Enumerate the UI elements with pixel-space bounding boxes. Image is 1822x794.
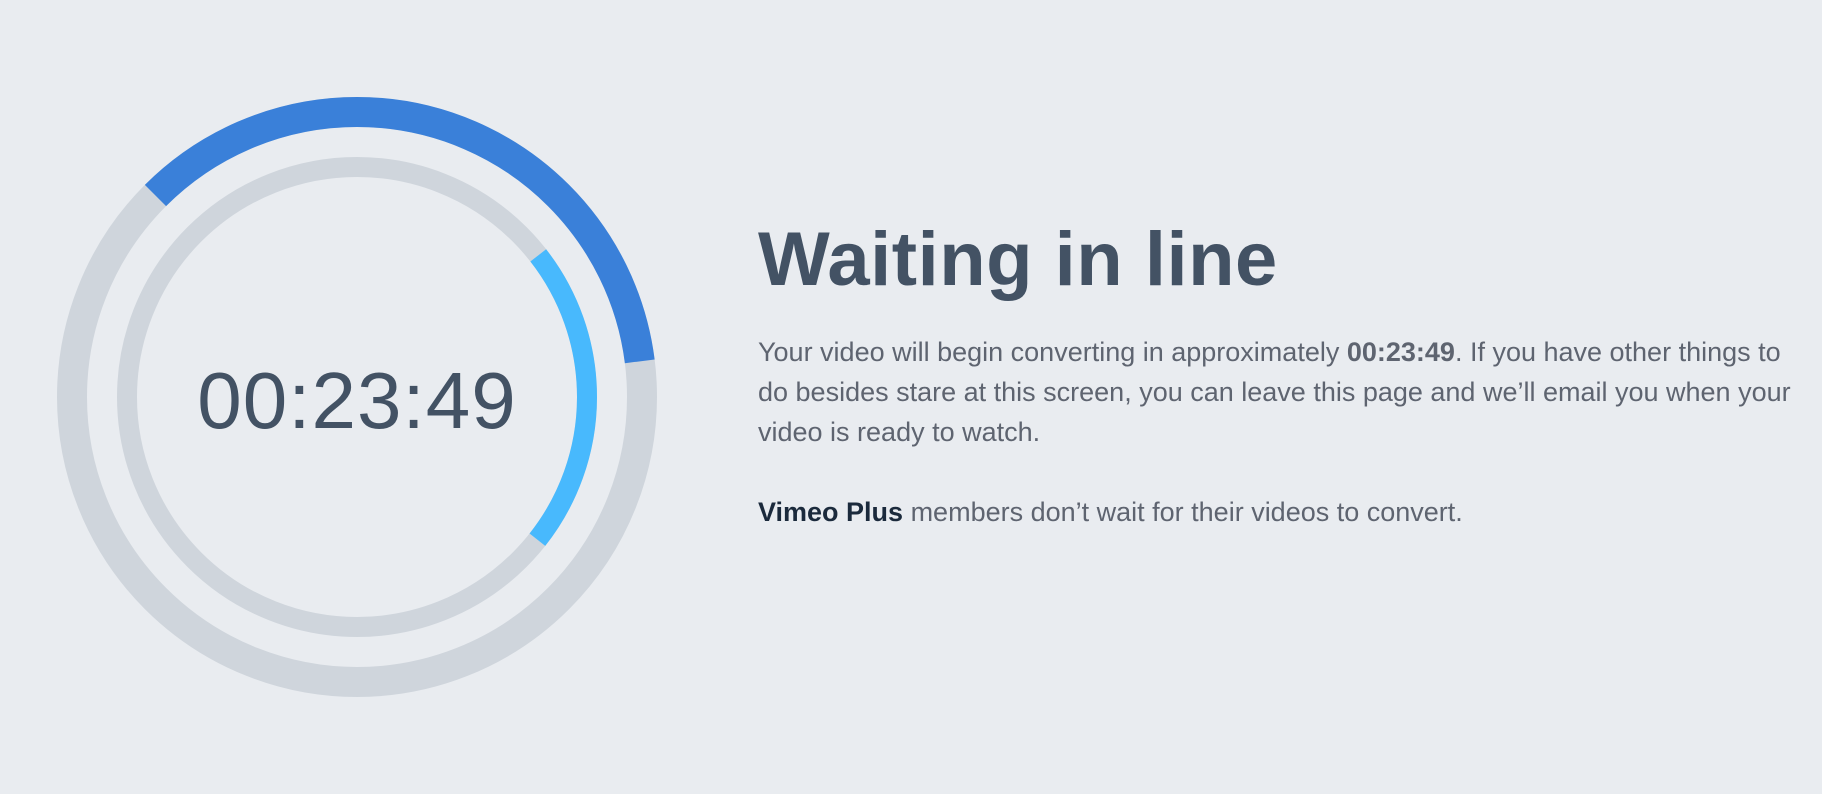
countdown-timer: 00:23:49 [197,356,517,445]
vimeo-plus-label: Vimeo Plus [758,497,904,527]
description-prefix: Your video will begin converting in appr… [758,337,1347,367]
status-message: Waiting in line Your video will begin co… [758,220,1798,532]
page-title: Waiting in line [758,217,1278,302]
plus-note: Vimeo Plus members don’t wait for their … [758,492,1798,532]
wait-description: Your video will begin converting in appr… [758,332,1798,452]
description-time: 00:23:49 [1346,337,1455,367]
plus-note-text: members don’t wait for their videos to c… [903,497,1463,527]
